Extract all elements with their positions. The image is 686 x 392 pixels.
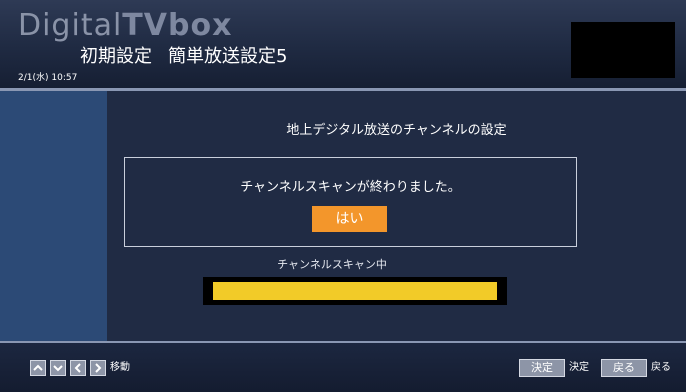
content-panel: 地上デジタル放送のチャンネルの設定 チャンネルスキャンが終わりました。 はい チ… (107, 91, 686, 341)
decide-label: 決定 (569, 362, 589, 373)
move-label: 移動 (110, 362, 130, 373)
left-rail (0, 91, 107, 341)
scan-progress-bar (203, 277, 507, 305)
title-step: 簡単放送設定5 (168, 46, 288, 67)
back-label: 戻る (651, 362, 671, 373)
arrow-up-icon[interactable] (30, 360, 46, 376)
scan-status-label: チャンネルスキャン中 (277, 258, 387, 271)
page-title: 初期設定 簡単放送設定5 (80, 46, 287, 68)
decide-key-button[interactable]: 決定 (519, 359, 565, 377)
scan-complete-dialog: チャンネルスキャンが終わりました。 はい (124, 157, 577, 247)
main-area: 地上デジタル放送のチャンネルの設定 チャンネルスキャンが終わりました。 はい チ… (0, 91, 686, 341)
yes-button[interactable]: はい (312, 206, 387, 232)
app-logo: DigitalTVbox (18, 8, 232, 48)
back-key-button[interactable]: 戻る (601, 359, 647, 377)
setting-heading: 地上デジタル放送のチャンネルの設定 (286, 123, 507, 138)
dialog-message: チャンネルスキャンが終わりました。 (240, 180, 461, 195)
arrow-down-icon[interactable] (50, 360, 66, 376)
scan-progress-fill (213, 282, 497, 300)
arrow-right-icon[interactable] (90, 360, 106, 376)
title-section: 初期設定 (80, 46, 152, 67)
header-bar: DigitalTVbox 初期設定 簡単放送設定5 2/1(水) 10:57 (0, 0, 686, 88)
arrow-left-icon[interactable] (70, 360, 86, 376)
tv-preview-window (571, 22, 675, 78)
datetime: 2/1(水) 10:57 (18, 73, 78, 83)
footer-bar: 移動 決定 決定 戻る 戻る (0, 343, 686, 392)
logo-tvbox: TVbox (122, 8, 233, 43)
logo-digital: Digital (18, 8, 123, 43)
